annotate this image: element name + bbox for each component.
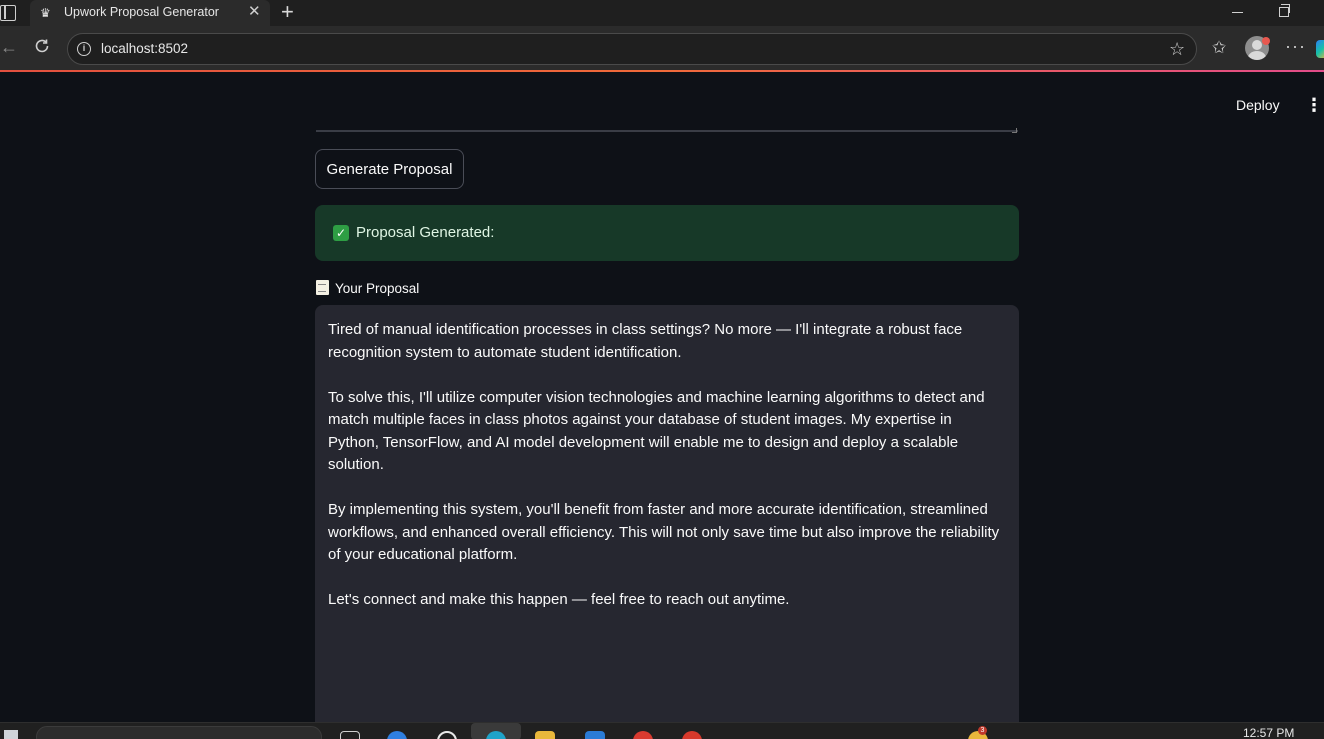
bookmark-star-icon[interactable]: ☆ — [1169, 39, 1185, 59]
task-view-icon[interactable] — [340, 731, 360, 739]
reload-icon[interactable] — [33, 37, 51, 55]
new-tab-icon[interactable]: + — [281, 1, 294, 23]
app-red-icon[interactable] — [633, 731, 653, 739]
proposal-label-text: Your Proposal — [335, 281, 420, 296]
browser-toolbar: ← i localhost:8502 ☆ ✩ ··· — [0, 26, 1324, 70]
success-alert: ✓ Proposal Generated: — [315, 205, 1019, 261]
profile-notification-dot — [1262, 37, 1270, 45]
proposal-textarea[interactable]: Tired of manual identification processes… — [315, 305, 1019, 722]
window-minimize-icon[interactable] — [1232, 12, 1243, 13]
copilot-icon[interactable] — [1316, 40, 1324, 58]
windows-taskbar: 3 12:57 PM — [0, 722, 1324, 739]
windows-start-icon[interactable] — [4, 730, 18, 739]
file-explorer-icon[interactable] — [535, 731, 555, 739]
memo-icon — [316, 280, 329, 295]
vscode-icon[interactable] — [585, 731, 605, 739]
taskbar-search-box[interactable] — [36, 726, 322, 739]
sidebar-toggle-icon[interactable] — [0, 5, 16, 21]
address-bar[interactable]: i localhost:8502 ☆ — [67, 33, 1197, 65]
url-text[interactable]: localhost:8502 — [101, 41, 188, 56]
favorites-icon[interactable]: ✩ — [1212, 38, 1226, 58]
chrome-icon[interactable] — [682, 731, 702, 739]
taskbar-clock[interactable]: 12:57 PM — [1243, 726, 1294, 739]
site-info-icon[interactable]: i — [77, 42, 91, 56]
app-menu-icon[interactable]: ⋮ — [1305, 96, 1323, 114]
back-arrow-icon[interactable]: ← — [0, 37, 18, 58]
job-description-textarea[interactable] — [316, 124, 1018, 133]
check-mark-icon: ✓ — [333, 225, 349, 241]
deploy-button[interactable]: Deploy — [1236, 97, 1280, 113]
generate-proposal-button[interactable]: Generate Proposal — [315, 149, 464, 189]
browser-menu-icon[interactable]: ··· — [1285, 36, 1306, 57]
proposal-paragraph: Tired of manual identification processes… — [328, 321, 963, 361]
tab-close-icon[interactable]: ✕ — [248, 4, 261, 20]
copilot-taskbar-icon[interactable] — [387, 731, 407, 739]
proposal-paragraph: By implementing this system, you'll bene… — [328, 501, 1000, 563]
window-restore-icon[interactable] — [1279, 4, 1290, 17]
browser-tab-active[interactable]: ♛ Upwork Proposal Generator ✕ — [30, 0, 270, 26]
proposal-paragraph: To solve this, I'll utilize computer vis… — [328, 388, 985, 474]
tab-title: Upwork Proposal Generator — [64, 5, 219, 19]
proposal-label: Your Proposal — [316, 280, 419, 296]
streamlit-crown-icon: ♛ — [40, 6, 51, 20]
github-icon[interactable] — [437, 731, 457, 739]
browser-tab-bar: ♛ Upwork Proposal Generator ✕ + — [0, 0, 1324, 26]
notification-badge: 3 — [978, 726, 987, 735]
proposal-paragraph: Let's connect and make this happen — fee… — [328, 591, 790, 608]
streamlit-app: Deploy ⋮ Generate Proposal ✓ Proposal Ge… — [0, 72, 1324, 722]
success-message: Proposal Generated: — [356, 224, 495, 241]
